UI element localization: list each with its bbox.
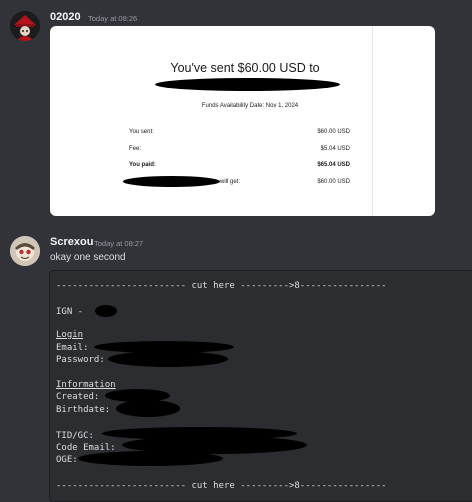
username[interactable]: Screxou (50, 236, 93, 248)
message-text: okay one second (50, 252, 126, 263)
avatar[interactable] (10, 11, 40, 41)
row-value: $60.00 USD (317, 129, 350, 135)
receipt-image[interactable]: You've sent $60.00 USD to Funds Availabi… (50, 26, 435, 216)
avatar-image-icon (10, 11, 40, 41)
timestamp: Today at 08:27 (94, 239, 144, 248)
username[interactable]: 02020 (50, 11, 81, 23)
row-value: $5.04 USD (320, 146, 350, 152)
code-line-login-header: Login (56, 330, 84, 340)
redaction-mark (123, 176, 220, 187)
code-line-tid: TID/GC: (56, 431, 94, 441)
code-line-email: Email: (56, 343, 89, 353)
receipt-headline: You've sent $60.00 USD to (170, 61, 320, 75)
avatar[interactable] (10, 236, 40, 266)
code-line-oge: OGE: (56, 455, 78, 465)
code-line-birthdate: Birthdate: (56, 405, 111, 415)
row-label: You sent: (129, 129, 154, 135)
row-value: $65.04 USD (317, 162, 350, 168)
divider (372, 26, 373, 216)
availability-date: Funds Availability Date: Nov 1, 2024 (201, 103, 299, 109)
code-line-ign: IGN - (56, 307, 84, 317)
redaction-mark (78, 451, 223, 466)
redaction-mark (116, 400, 180, 417)
timestamp: Today at 08:26 (88, 14, 138, 23)
row-label: will get: (220, 179, 241, 185)
redaction-mark (95, 305, 117, 317)
code-line-password: Password: (56, 355, 105, 365)
code-line-created: Created: (56, 392, 100, 402)
row-value: $60.00 USD (317, 179, 350, 185)
avatar-image-icon (10, 236, 40, 266)
code-line-separator: ------------------------ cut here ------… (56, 281, 387, 291)
row-label: Fee: (129, 146, 142, 152)
redaction-mark (108, 351, 228, 367)
code-line-information-header: Information (56, 380, 116, 390)
code-block[interactable]: ------------------------ cut here ------… (49, 270, 472, 502)
row-label: You paid: (129, 162, 156, 168)
code-line-separator: ------------------------ cut here ------… (56, 481, 387, 491)
redaction-mark (155, 78, 340, 91)
